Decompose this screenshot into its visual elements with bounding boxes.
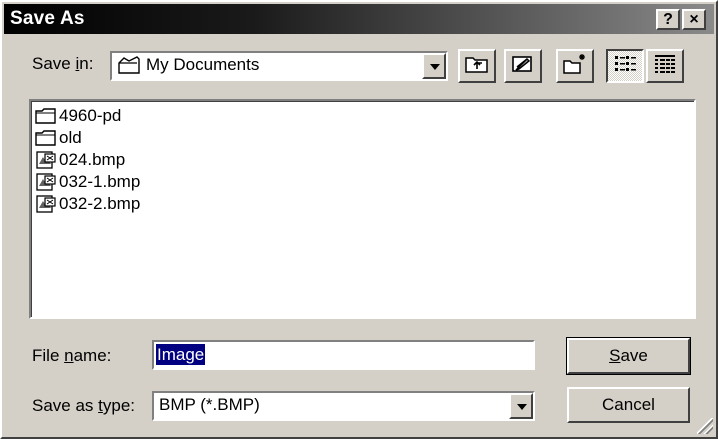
file-name-value: Image	[156, 344, 206, 365]
save-as-type-select[interactable]: BMP (*.BMP)	[152, 391, 535, 421]
close-icon: ×	[689, 10, 699, 28]
save-button[interactable]: Save	[566, 337, 691, 375]
save-as-type-label: Save as type:	[32, 396, 136, 415]
save-as-type-dropdown-button[interactable]	[509, 393, 533, 419]
save-as-dialog: Save As ? × Save in: My Documents 4960-p…	[0, 0, 718, 439]
save-in-dropdown-button[interactable]	[422, 53, 446, 79]
help-icon: ?	[663, 10, 673, 28]
folder-icon	[117, 55, 141, 77]
file-name-text: 032-1.bmp	[59, 172, 141, 191]
up-one-level-button[interactable]	[458, 49, 496, 83]
list-item[interactable]: 4960-pd	[35, 105, 121, 127]
file-name-text: 032-2.bmp	[59, 194, 141, 213]
list-view-icon	[613, 53, 637, 80]
resize-grip[interactable]	[697, 418, 713, 434]
save-in-combo[interactable]: My Documents	[110, 51, 448, 81]
cancel-button[interactable]: Cancel	[567, 387, 690, 423]
save-in-label: Save in:	[32, 54, 94, 73]
save-as-type-value: BMP (*.BMP)	[159, 395, 260, 414]
file-name-input[interactable]: Image	[152, 340, 535, 370]
list-item[interactable]: 032-1.bmp	[35, 171, 140, 193]
title-bar[interactable]: Save As ? ×	[4, 4, 714, 34]
save-in-value: My Documents	[146, 55, 260, 74]
details-view-button[interactable]	[646, 49, 684, 83]
list-item[interactable]: 032-2.bmp	[35, 193, 140, 215]
file-list[interactable]: 4960-pd old 024.bmp 032-1.bmp 032-2.bmp	[29, 99, 696, 319]
list-item[interactable]: old	[35, 127, 82, 149]
help-button[interactable]: ?	[656, 9, 680, 30]
cancel-button-label: Cancel	[602, 395, 655, 414]
folder-icon	[35, 106, 57, 126]
save-button-label: Save	[609, 346, 648, 365]
list-view-button[interactable]	[606, 49, 644, 83]
details-view-icon	[653, 53, 677, 80]
desktop-button[interactable]	[504, 49, 542, 83]
bitmap-file-icon	[35, 194, 57, 214]
folder-icon	[35, 128, 57, 148]
file-name-label: File name:	[32, 346, 112, 365]
close-button[interactable]: ×	[682, 9, 706, 30]
file-name-text: 4960-pd	[59, 106, 122, 125]
new-folder-icon	[562, 52, 588, 81]
list-item[interactable]: 024.bmp	[35, 149, 125, 171]
file-name-text: 024.bmp	[59, 150, 126, 169]
desktop-icon	[510, 52, 536, 81]
dialog-title: Save As	[10, 8, 85, 29]
file-name-text: old	[59, 128, 82, 147]
bitmap-file-icon	[35, 172, 57, 192]
new-folder-button[interactable]	[556, 49, 594, 83]
bitmap-file-icon	[35, 150, 57, 170]
up-folder-icon	[464, 53, 490, 80]
